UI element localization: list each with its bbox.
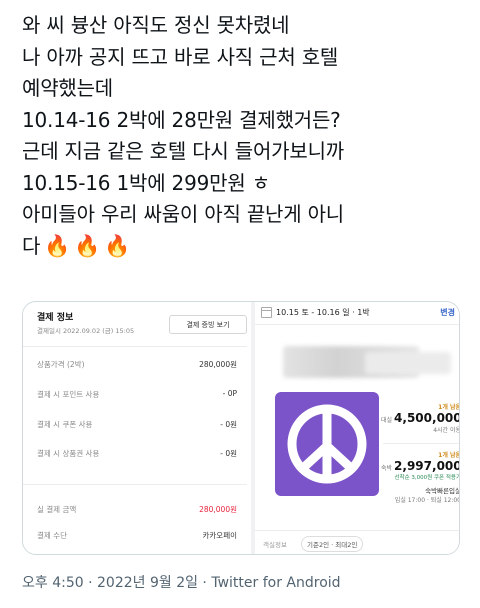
payment-row: 상품가격 (2박) 280,000원 [37,359,237,371]
stay-option[interactable]: 1개 남음 숙박2,997,000원 선착순 3,000원 쿠폰 적용가 숙박빠… [381,450,460,504]
payment-title: 결제 정보 [37,313,74,323]
remaining-badge: 1개 남음 [438,404,460,411]
payment-row-value: 280,000원 [199,360,237,369]
total-value: 280,000원 [199,505,237,514]
blurred-room-detail [365,352,451,374]
option-name: 숙박빠른입실 [425,487,460,495]
date-header: 10.15 토 - 10.16 일 · 1박 변경 [255,302,459,325]
payment-row-value: - 0원 [220,420,237,429]
checkin-times: 입실 17:00 · 퇴실 12:00 [394,497,460,504]
stay-dates: 10.15 토 - 10.16 일 · 1박 [276,308,370,317]
tweet-image-attachment[interactable]: 결제 정보 결제일시 2022.09.02 (금) 15:05 결제 증빙 보기… [22,301,460,555]
fire-icon: 🔥 [74,233,101,258]
total-label: 실 결제 금액 [37,505,77,514]
payment-row-label: 결제 시 포인트 사용 [37,390,100,399]
peace-icon [287,404,367,484]
tweet-timestamp[interactable]: 오후 4:50 · 2022년 9월 2일 · Twitter for Andr… [22,572,341,592]
remaining-badge: 1개 남음 [438,452,460,459]
peace-sign-image [275,392,379,496]
tweet-line: 10.15-16 1박에 299만원 ㅎ [22,170,270,195]
payment-date: 결제일시 2022.09.02 (금) 15:05 [37,327,135,335]
tweet-line: 와 씨 븅산 아직도 정신 못차렸네 [22,13,290,37]
tab-room-info[interactable]: 객실정보 [263,539,287,549]
room-info-tabs: 객실정보 기준2인 · 최대2인 [255,530,459,554]
rental-option[interactable]: 1개 남음 대실4,500,000원 4시간 이용 [381,402,460,434]
tweet-line: 나 아까 공지 뜨고 바로 사직 근처 호텔 [22,44,339,69]
calendar-icon [261,307,272,318]
tweet-text: 와 씨 븅산 아직도 정신 못차렸네 나 아까 공지 뜨고 바로 사직 근처 호… [22,10,472,262]
coupon-note: 선착순 3,000원 쿠폰 적용가 [394,475,460,481]
receipt-button[interactable]: 결제 증빙 보기 [169,315,247,334]
tweet-line: 다 [22,233,41,258]
method-label: 결제 수단 [37,531,67,540]
capacity-chip: 기준2인 · 최대2인 [301,536,364,552]
divider [23,484,247,485]
price-caption: 숙박 [381,465,393,472]
payment-method-row: 결제 수단 카카오페이 [37,530,237,542]
payment-row: 결제 시 쿠폰 사용 - 0원 [37,419,237,431]
price-caption: 대실 [381,417,393,424]
rental-duration: 4시간 이용 [433,427,460,434]
payment-row-value: - 0P [222,389,237,398]
price-value: 4,500,000 [394,411,460,425]
divider [383,443,459,444]
stay-price: 숙박2,997,000원 [381,459,460,473]
payment-row-label: 결제 시 쿠폰 사용 [37,420,93,429]
payment-info-screenshot: 결제 정보 결제일시 2022.09.02 (금) 15:05 결제 증빙 보기… [23,302,247,554]
payment-row-value: - 0원 [220,449,237,458]
tweet-line: 10.14-16 2박에 28만원 결제했거든? [22,107,341,132]
tweet-line: 아미들아 우리 싸움이 아직 끝난게 아니 [22,202,344,226]
fire-icon: 🔥 [104,233,131,258]
change-link[interactable]: 변경 [440,307,455,318]
payment-row-label: 상품가격 (2박) [37,360,85,369]
hotel-booking-screenshot: 10.15 토 - 10.16 일 · 1박 변경 1개 남음 대실 4,500,… [251,302,460,554]
payment-total-row: 실 결제 금액 280,000원 [37,504,237,516]
tweet-line: 예약했는데 [22,76,113,100]
divider [23,346,247,347]
payment-row-label: 결제 시 상품권 사용 [37,449,100,458]
payment-row: 결제 시 포인트 사용 - 0P [37,389,237,401]
method-value: 카카오페이 [202,531,238,540]
fire-icon: 🔥 [44,233,71,258]
rental-price: 대실4,500,000원 [381,411,460,425]
tweet-line: 근데 지금 같은 호텔 다시 들어가보니까 [22,139,344,163]
price-value: 2,997,000 [394,459,460,473]
payment-row: 결제 시 상품권 사용 - 0원 [37,448,237,460]
tweet-last-line: 다 🔥 🔥 🔥 [22,231,472,263]
